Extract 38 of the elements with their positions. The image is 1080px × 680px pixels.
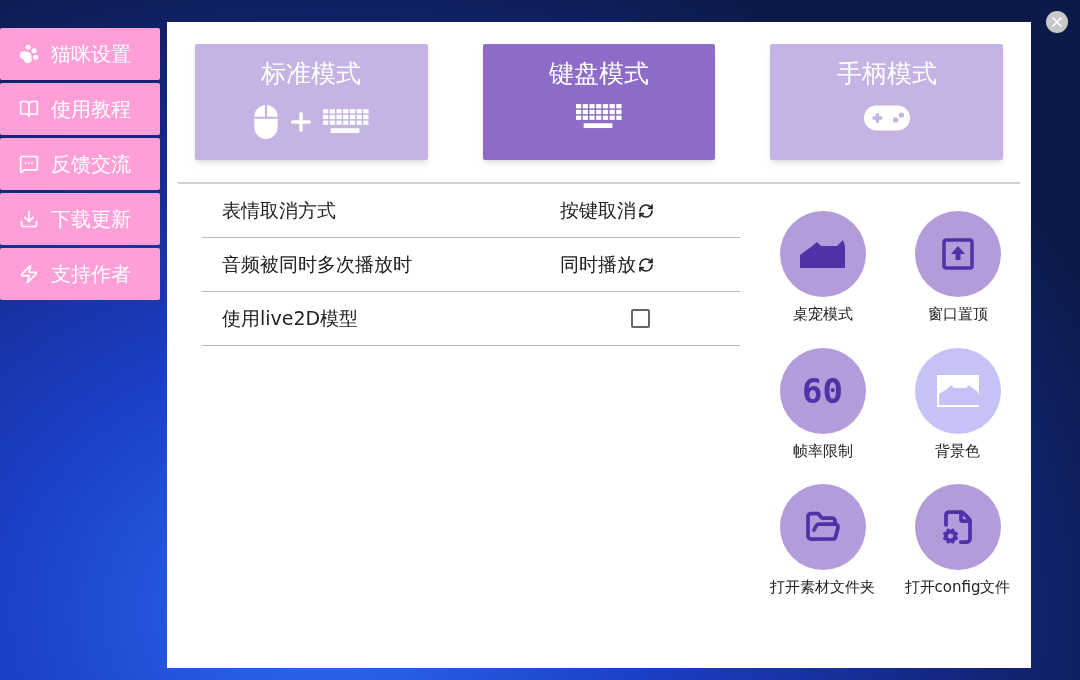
sidebar-button[interactable]: 反馈交流 [0, 138, 160, 190]
keyboard-icon [576, 104, 622, 131]
action-label: 桌宠模式 [792, 304, 853, 325]
setting-label: 音频被同时多次播放时 [222, 252, 412, 278]
mode-tab[interactable]: 标准模式 [195, 44, 428, 160]
sidebar-button[interactable]: 支持作者 [0, 248, 160, 300]
mode-tab[interactable]: 键盘模式 [482, 44, 716, 160]
upload-square-icon [941, 238, 974, 270]
refresh-icon [638, 202, 654, 219]
book-icon [19, 99, 39, 119]
cat-silhouette-icon [798, 239, 847, 269]
action-label: 打开素材文件夹 [770, 577, 875, 598]
mode-tab[interactable]: 手柄模式 [770, 44, 1003, 160]
paw-icon [19, 44, 39, 64]
cycle-option-button[interactable]: 同时播放 [560, 250, 654, 279]
close-button[interactable] [1046, 11, 1068, 33]
setting-label: 使用live2D模型 [222, 306, 359, 332]
checkbox[interactable] [631, 309, 650, 328]
action-button[interactable]: 60 [779, 347, 866, 434]
sidebar-button[interactable]: 下载更新 [0, 193, 160, 245]
lightning-icon [19, 264, 39, 284]
chat-icon [19, 154, 39, 174]
fps-label: 60 [802, 373, 843, 408]
keyboard-icon [323, 108, 370, 136]
action-label: 窗口置顶 [927, 304, 988, 325]
mouse-icon [253, 104, 280, 140]
image-icon [935, 373, 980, 408]
cycle-option-button[interactable]: 按键取消 [560, 196, 654, 225]
gamepad-icon [862, 104, 911, 132]
download-icon [19, 209, 39, 229]
refresh-icon [638, 256, 654, 273]
sidebar-button[interactable]: 使用教程 [0, 83, 160, 135]
action-label: 打开config文件 [904, 577, 1011, 598]
setting-label: 表情取消方式 [222, 198, 336, 224]
sidebar-button[interactable]: 猫咪设置 [0, 28, 160, 80]
action-label: 帧率限制 [792, 440, 853, 462]
action-label: 背景色 [935, 440, 980, 462]
close-icon [1049, 14, 1065, 30]
